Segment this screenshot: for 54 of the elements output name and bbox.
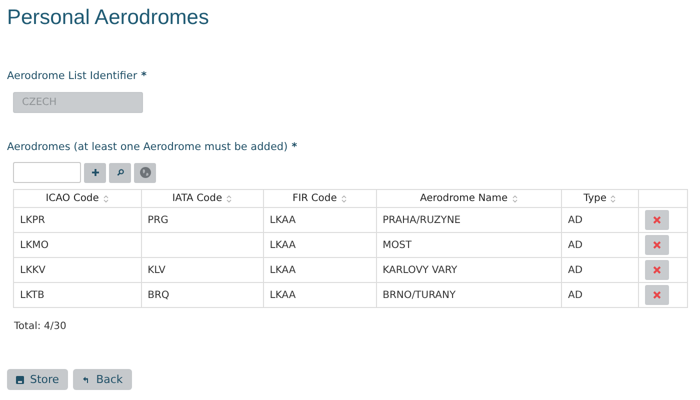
column-header[interactable]: FIR Code: [263, 190, 376, 208]
table-cell: KARLOVY VARY: [376, 258, 562, 282]
table-cell: LKPR: [14, 208, 142, 232]
search-button[interactable]: [109, 162, 131, 182]
page-title: Personal Aerodromes: [7, 6, 210, 30]
column-header[interactable]: IATA Code: [141, 190, 264, 208]
table-cell: AD: [562, 258, 638, 282]
table-cell: LKAA: [263, 208, 376, 232]
table-cell: LKAA: [263, 258, 376, 282]
sort-icon: [226, 194, 232, 202]
column-header[interactable]: ICAO Code: [14, 190, 142, 208]
table-cell: LKKV: [14, 258, 142, 282]
sort-icon: [340, 194, 347, 202]
delete-button[interactable]: [645, 260, 669, 280]
table-cell: BRQ: [141, 282, 264, 308]
table-cell: KLV: [141, 258, 264, 282]
search-field[interactable]: [13, 162, 81, 183]
section-label: Aerodromes (at least one Aerodrome must be added): [7, 141, 288, 153]
sort-icon: [102, 194, 109, 202]
table-cell: MOST: [376, 232, 562, 258]
table-cell: AD: [562, 282, 638, 308]
required-mark: *: [141, 70, 147, 82]
back-arrow-icon: [82, 376, 90, 384]
sort-icon: [610, 194, 616, 202]
close-icon: [653, 216, 661, 224]
field-label: Aerodrome List Identifier: [7, 70, 138, 82]
table-cell: LKTB: [14, 282, 142, 308]
table-cell: AD: [562, 232, 638, 258]
total-count: Total: 4/30: [14, 321, 66, 332]
table-cell: BRNO/TURANY: [376, 282, 562, 308]
sort-icon: [512, 194, 518, 202]
add-button[interactable]: [84, 162, 106, 182]
store-button[interactable]: Store: [7, 369, 68, 390]
search-icon: [116, 169, 124, 176]
globe-icon: [140, 167, 150, 178]
delete-button[interactable]: [645, 285, 669, 305]
table-cell: LKAA: [263, 232, 376, 258]
globe-button[interactable]: [134, 162, 156, 182]
column-header[interactable]: Aerodrome Name: [376, 190, 562, 208]
delete-button[interactable]: [645, 210, 669, 230]
close-icon: [653, 291, 661, 299]
close-icon: [653, 241, 661, 249]
delete-button[interactable]: [645, 235, 669, 255]
save-icon: [16, 376, 24, 384]
required-mark: *: [292, 141, 298, 153]
table-cell: LKMO: [14, 232, 142, 258]
table-cell: AD: [562, 208, 638, 232]
table-cell: PRAHA/RUZYNE: [376, 208, 562, 232]
plus-icon: [92, 169, 98, 176]
back-button[interactable]: Back: [73, 369, 132, 390]
table-cell: LKAA: [263, 282, 376, 308]
close-icon: [653, 266, 661, 274]
table-cell: PRG: [141, 208, 264, 232]
column-header[interactable]: Type: [562, 190, 638, 208]
